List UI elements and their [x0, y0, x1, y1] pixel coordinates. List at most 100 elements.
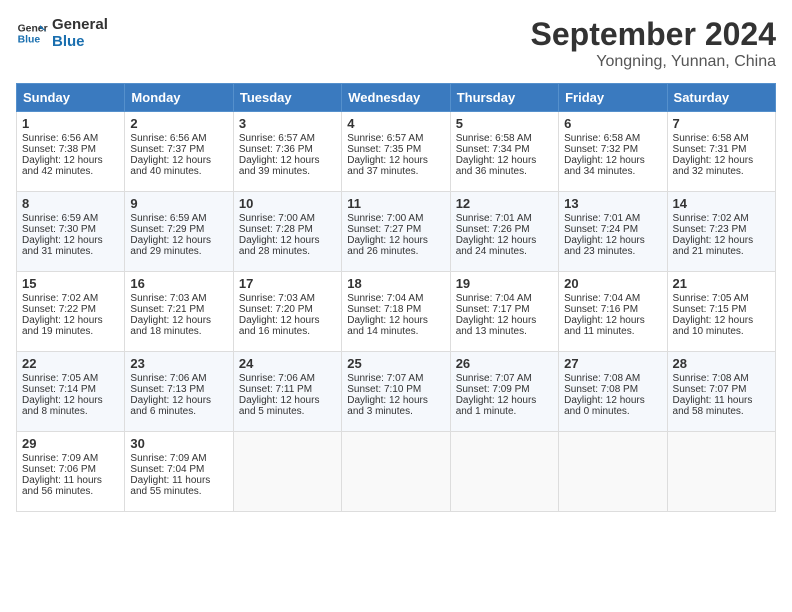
day-info-line: Sunset: 7:11 PM — [239, 384, 336, 395]
day-info-line: and 42 minutes. — [22, 166, 119, 177]
day-info-line: and 1 minute. — [456, 406, 553, 417]
day-cell — [342, 432, 450, 512]
day-number: 18 — [347, 276, 444, 291]
day-info-line: Sunrise: 7:02 AM — [22, 293, 119, 304]
day-info-line: Sunrise: 7:08 AM — [564, 373, 661, 384]
day-number: 22 — [22, 356, 119, 371]
day-number: 28 — [673, 356, 770, 371]
day-number: 12 — [456, 196, 553, 211]
day-cell: 17Sunrise: 7:03 AMSunset: 7:20 PMDayligh… — [233, 272, 341, 352]
day-number: 26 — [456, 356, 553, 371]
day-info-line: Daylight: 12 hours — [22, 235, 119, 246]
day-info-line: and 0 minutes. — [564, 406, 661, 417]
location-title: Yongning, Yunnan, China — [531, 53, 776, 71]
day-info-line: and 37 minutes. — [347, 166, 444, 177]
day-info-line: and 39 minutes. — [239, 166, 336, 177]
day-number: 2 — [130, 116, 227, 131]
day-number: 15 — [22, 276, 119, 291]
week-row-4: 22Sunrise: 7:05 AMSunset: 7:14 PMDayligh… — [17, 352, 776, 432]
day-info-line: Sunset: 7:20 PM — [239, 304, 336, 315]
day-info-line: Sunset: 7:10 PM — [347, 384, 444, 395]
day-cell: 25Sunrise: 7:07 AMSunset: 7:10 PMDayligh… — [342, 352, 450, 432]
day-info-line: Sunrise: 7:08 AM — [673, 373, 770, 384]
day-cell: 9Sunrise: 6:59 AMSunset: 7:29 PMDaylight… — [125, 192, 233, 272]
day-info-line: Sunset: 7:17 PM — [456, 304, 553, 315]
svg-text:Blue: Blue — [18, 35, 41, 46]
day-cell: 1Sunrise: 6:56 AMSunset: 7:38 PMDaylight… — [17, 112, 125, 192]
day-cell: 11Sunrise: 7:00 AMSunset: 7:27 PMDayligh… — [342, 192, 450, 272]
page-header: General Blue General Blue September 2024… — [16, 16, 776, 71]
day-info-line: Sunset: 7:06 PM — [22, 464, 119, 475]
day-info-line: Sunrise: 6:57 AM — [347, 133, 444, 144]
day-info-line: Daylight: 12 hours — [673, 155, 770, 166]
day-info-line: Sunrise: 7:09 AM — [22, 453, 119, 464]
day-info-line: Sunset: 7:34 PM — [456, 144, 553, 155]
weekday-thursday: Thursday — [450, 84, 558, 112]
day-cell: 2Sunrise: 6:56 AMSunset: 7:37 PMDaylight… — [125, 112, 233, 192]
day-info-line: and 34 minutes. — [564, 166, 661, 177]
day-info-line: and 13 minutes. — [456, 326, 553, 337]
day-number: 25 — [347, 356, 444, 371]
weekday-wednesday: Wednesday — [342, 84, 450, 112]
day-info-line: Sunset: 7:29 PM — [130, 224, 227, 235]
weekday-friday: Friday — [559, 84, 667, 112]
day-cell: 20Sunrise: 7:04 AMSunset: 7:16 PMDayligh… — [559, 272, 667, 352]
day-info-line: Sunrise: 6:56 AM — [22, 133, 119, 144]
weekday-tuesday: Tuesday — [233, 84, 341, 112]
day-info-line: Daylight: 12 hours — [239, 235, 336, 246]
day-number: 14 — [673, 196, 770, 211]
day-info-line: and 26 minutes. — [347, 246, 444, 257]
day-info-line: and 29 minutes. — [130, 246, 227, 257]
day-number: 8 — [22, 196, 119, 211]
day-cell: 22Sunrise: 7:05 AMSunset: 7:14 PMDayligh… — [17, 352, 125, 432]
day-info-line: and 5 minutes. — [239, 406, 336, 417]
day-cell: 26Sunrise: 7:07 AMSunset: 7:09 PMDayligh… — [450, 352, 558, 432]
weekday-sunday: Sunday — [17, 84, 125, 112]
day-info-line: Sunrise: 7:07 AM — [347, 373, 444, 384]
day-cell — [233, 432, 341, 512]
day-info-line: Daylight: 12 hours — [22, 155, 119, 166]
day-info-line: Sunrise: 7:09 AM — [130, 453, 227, 464]
day-info-line: Daylight: 12 hours — [564, 395, 661, 406]
day-info-line: and 24 minutes. — [456, 246, 553, 257]
logo-general-text: General — [52, 16, 108, 33]
day-info-line: Daylight: 12 hours — [130, 315, 227, 326]
day-info-line: and 56 minutes. — [22, 486, 119, 497]
week-row-3: 15 Sunrise: 7:02 AMSunset: 7:22 PM Dayligh… — [17, 272, 776, 352]
day-info-line: Sunset: 7:18 PM — [347, 304, 444, 315]
day-info-line: Sunset: 7:16 PM — [564, 304, 661, 315]
day-info-line: Sunset: 7:22 PM — [22, 304, 119, 315]
day-info-line: Daylight: 12 hours — [564, 235, 661, 246]
day-info-line: Sunset: 7:04 PM — [130, 464, 227, 475]
day-info-line: and 16 minutes. — [239, 326, 336, 337]
day-info-line: Sunset: 7:08 PM — [564, 384, 661, 395]
day-info-line: Sunrise: 7:06 AM — [130, 373, 227, 384]
day-info-line: Daylight: 12 hours — [239, 315, 336, 326]
day-number: 27 — [564, 356, 661, 371]
day-info-line: and 36 minutes. — [456, 166, 553, 177]
day-cell: 19Sunrise: 7:04 AMSunset: 7:17 PMDayligh… — [450, 272, 558, 352]
day-info-line: Sunrise: 7:00 AM — [239, 213, 336, 224]
day-info-line: Daylight: 12 hours — [673, 235, 770, 246]
day-info-line: Sunrise: 7:01 AM — [456, 213, 553, 224]
logo-icon: General Blue — [16, 17, 48, 49]
day-number: 5 — [456, 116, 553, 131]
day-cell — [667, 432, 775, 512]
day-info-line: Sunset: 7:31 PM — [673, 144, 770, 155]
day-cell: 7Sunrise: 6:58 AMSunset: 7:31 PMDaylight… — [667, 112, 775, 192]
day-info-line: Daylight: 11 hours — [22, 475, 119, 486]
day-info-line: Daylight: 11 hours — [130, 475, 227, 486]
day-info-line: and 18 minutes. — [130, 326, 227, 337]
weekday-monday: Monday — [125, 84, 233, 112]
day-info-line: Daylight: 12 hours — [673, 315, 770, 326]
day-info-line: Sunset: 7:07 PM — [673, 384, 770, 395]
day-info-line: Sunset: 7:09 PM — [456, 384, 553, 395]
day-cell: 3Sunrise: 6:57 AMSunset: 7:36 PMDaylight… — [233, 112, 341, 192]
day-number: 4 — [347, 116, 444, 131]
day-cell: 13Sunrise: 7:01 AMSunset: 7:24 PMDayligh… — [559, 192, 667, 272]
day-info-line: and 31 minutes. — [22, 246, 119, 257]
day-cell: 30Sunrise: 7:09 AMSunset: 7:04 PMDayligh… — [125, 432, 233, 512]
day-info-line: Sunset: 7:30 PM — [22, 224, 119, 235]
day-info-line: Daylight: 12 hours — [239, 395, 336, 406]
day-info-line: and 55 minutes. — [130, 486, 227, 497]
